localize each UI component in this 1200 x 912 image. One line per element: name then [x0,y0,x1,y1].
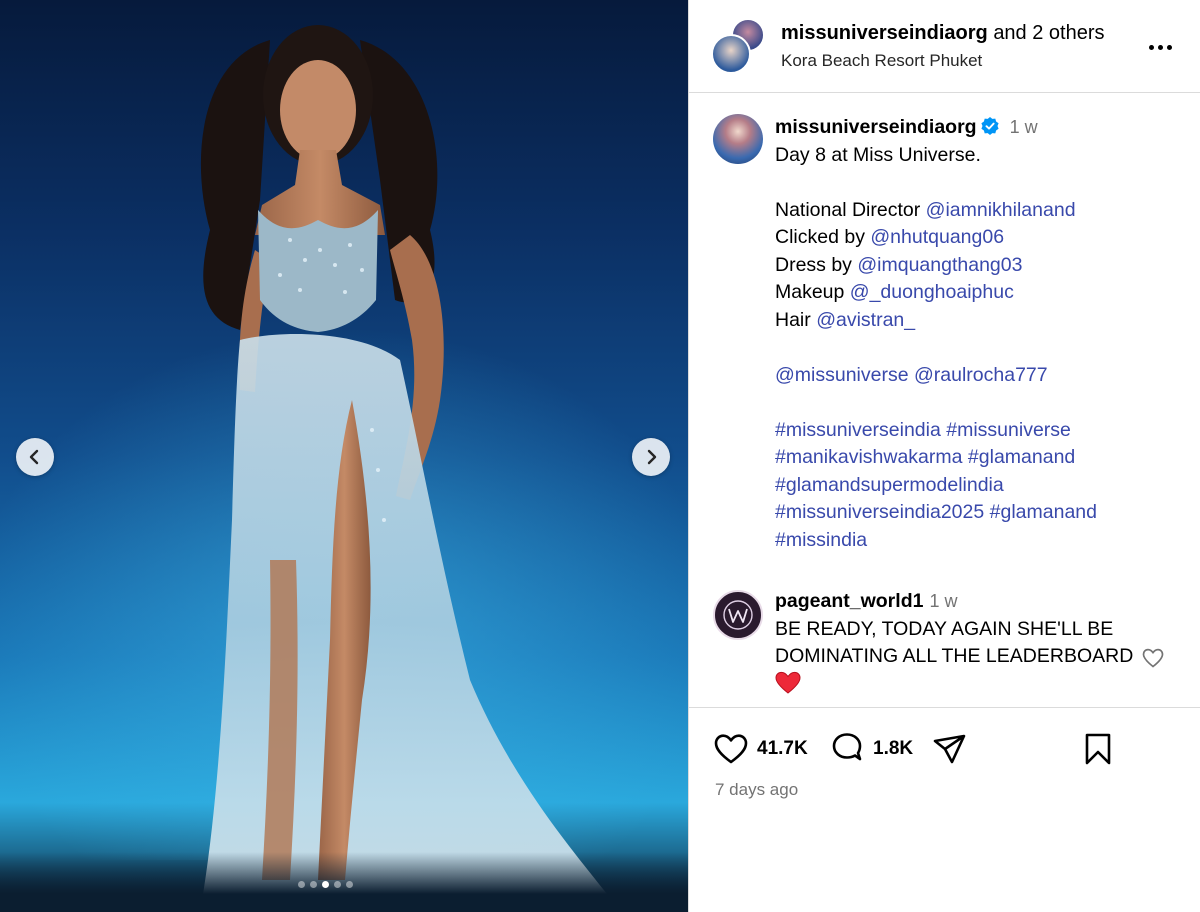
share-icon [933,734,966,764]
pageant-logo-icon [723,600,753,630]
mention-link[interactable]: @nhutquang06 [870,226,1004,248]
comment-username[interactable]: pageant_world1 [775,590,923,612]
hashtag-link[interactable]: #missindia [775,529,867,551]
red-heart-emoji [775,671,801,694]
post-date[interactable]: 7 days ago [715,780,798,800]
more-icon [1157,44,1163,50]
caption-label: Makeup [775,281,845,303]
more-icon [1166,44,1172,50]
post-sidebar: missuniverseindiaorg and 2 others Kora B… [688,0,1200,912]
caption: missuniverseindiaorg 1 w Day 8 at Miss U… [775,114,1185,554]
comment-body: pageant_world1 1 w BE READY, TODAY AGAIN … [775,588,1155,699]
comment-button[interactable]: 1.8K [829,732,913,766]
mention-link[interactable]: @avistran_ [816,309,915,331]
caption-label: Hair [775,308,811,331]
actions-bar: 41.7K 1.8K 7 days ago [689,707,1200,912]
carousel-indicator [298,881,353,888]
comment-like-icon[interactable] [1141,646,1165,670]
comment-icon [832,733,862,761]
comment-time[interactable]: 1 w [929,591,957,611]
mention-link[interactable]: @imquangthang03 [857,254,1022,276]
carousel-dot [310,881,317,888]
verified-icon [980,117,999,135]
more-icon [1148,44,1154,50]
mention-link[interactable]: @missuniverse [775,364,909,386]
header-username[interactable]: missuniverseindiaorg [781,22,988,44]
collab-avatars[interactable] [711,18,769,76]
mention-link[interactable]: @iamnikhilanand [926,199,1076,221]
caption-label: Clicked by [775,226,865,248]
comment-count[interactable]: 1.8K [873,738,913,760]
mention-link[interactable]: @raulrocha777 [914,364,1048,386]
caption-area: missuniverseindiaorg 1 w Day 8 at Miss U… [689,94,1200,706]
comment-text: DOMINATING ALL THE LEADERBOARD [775,645,1134,667]
mention-link[interactable]: @_duonghoaiphuc [850,281,1014,303]
post-header: missuniverseindiaorg and 2 others Kora B… [689,0,1200,93]
caption-label: Dress by [775,253,852,276]
hashtag-link[interactable]: #missuniverseindia2025 [775,501,984,523]
more-options-button[interactable] [1145,32,1175,62]
chevron-right-icon [647,449,657,465]
location-link[interactable]: Kora Beach Resort Phuket [781,51,982,71]
hashtag-link[interactable]: #glamandsupermodelindia [775,474,1004,496]
caption-time[interactable]: 1 w [1010,117,1038,137]
caption-line: Day 8 at Miss Universe. [775,143,981,166]
bookmark-icon [1085,733,1111,765]
share-button[interactable] [932,732,968,766]
post-media[interactable] [0,0,688,912]
chevron-left-icon [29,449,39,465]
hashtag-link[interactable]: #glamanand [968,446,1075,468]
hashtag-link[interactable]: #missuniverse [946,419,1071,441]
comment-text: BE READY, TODAY AGAIN SHE'LL BE [775,617,1114,640]
avatar[interactable] [713,590,763,640]
header-user: missuniverseindiaorg and 2 others [781,22,1105,45]
like-button[interactable]: 41.7K [713,732,808,766]
caption-label: National Director [775,198,921,221]
next-photo-button[interactable] [632,438,670,476]
caption-username[interactable]: missuniverseindiaorg [775,116,977,138]
like-count[interactable]: 41.7K [757,738,808,760]
post-photo [0,25,688,912]
carousel-dot [346,881,353,888]
avatar[interactable] [713,114,763,164]
carousel-dot [334,881,341,888]
save-button[interactable] [1083,732,1113,766]
avatar[interactable] [711,34,751,74]
header-others[interactable]: and 2 others [993,22,1104,44]
heart-icon [714,734,748,764]
carousel-dot-active [322,881,329,888]
hashtag-link[interactable]: #manikavishwakarma [775,446,963,468]
carousel-dot [298,881,305,888]
previous-photo-button[interactable] [16,438,54,476]
hashtag-link[interactable]: #missuniverseindia [775,419,941,441]
hashtag-link[interactable]: #glamanand [990,501,1097,523]
